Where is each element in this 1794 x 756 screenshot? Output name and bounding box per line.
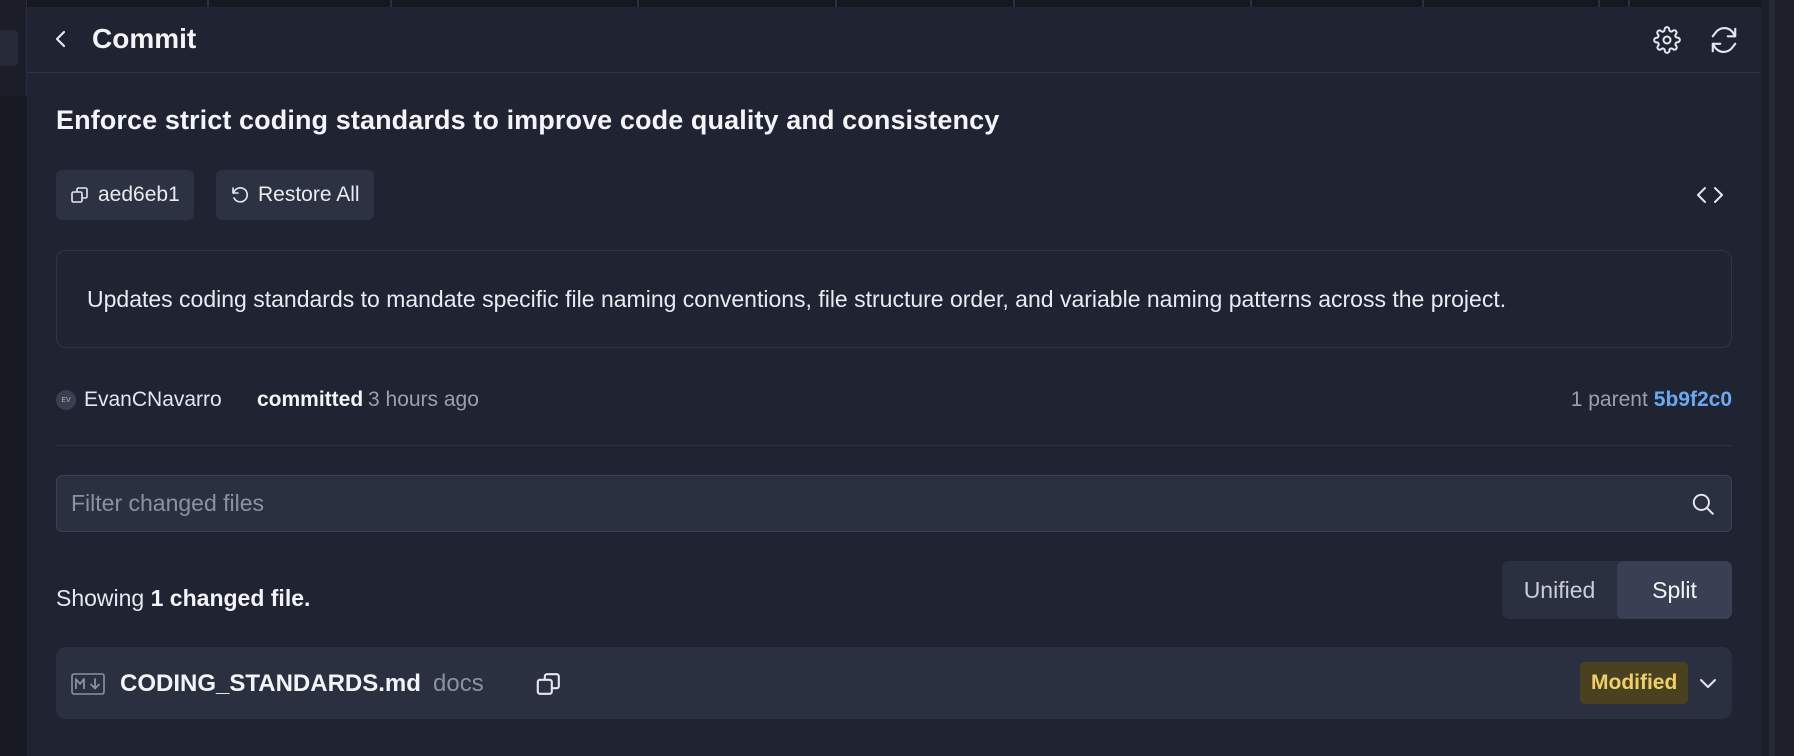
refresh-button[interactable] [1709,25,1739,55]
copy-path-button[interactable] [534,669,564,699]
commit-hash: aed6eb1 [98,183,180,206]
unified-view-button[interactable]: Unified [1502,561,1617,619]
search-icon [1692,493,1714,515]
filter-changed-files-input[interactable] [71,476,1651,531]
diff-view-toggle: Unified Split [1502,561,1732,619]
gear-icon [1653,26,1681,54]
changed-files-summary: Showing 1 changed file. [56,585,310,612]
tab-divider [637,0,639,7]
view-code-button[interactable] [1692,180,1728,210]
parent-count: 1 parent [1570,388,1648,411]
tab-divider [1013,0,1015,7]
avatar: EV [56,390,76,410]
settings-button[interactable] [1652,25,1682,55]
commit-panel: Commit Enforce strict coding standards t… [27,7,1761,756]
summary-prefix: Showing [56,585,145,611]
refresh-icon [1711,27,1737,53]
parent-hash-link[interactable]: 5b9f2c0 [1654,388,1732,412]
file-directory: docs [433,670,484,697]
tab-divider [835,0,837,7]
author-row: EV EvanCNavarro committed 3 hours ago 1 … [56,384,1732,418]
split-view-button[interactable]: Split [1617,561,1732,619]
markdown-icon [71,673,105,695]
author-name[interactable]: EvanCNavarro [84,388,222,412]
restore-icon [232,187,249,203]
panel-header: Commit [27,7,1761,73]
committed-label: committed [257,388,364,411]
tab-divider [1628,0,1630,7]
code-brackets-icon [1697,187,1723,203]
parent-info: 1 parent 5b9f2c0 [1571,388,1732,412]
restore-all-label: Restore All [258,183,360,206]
top-tab-strip [27,0,1761,7]
commit-description-box: Updates coding standards to mandate spec… [56,250,1732,348]
search-button[interactable] [1689,490,1717,518]
chevron-down-icon [1700,679,1716,688]
file-name: CODING_STANDARDS.md [120,670,421,697]
sidebar-handle[interactable] [0,30,18,66]
filter-field [56,475,1732,532]
status-badge: Modified [1580,662,1689,704]
commit-title: Enforce strict coding standards to impro… [56,105,1000,135]
left-sidebar-edge [0,0,27,756]
restore-all-button[interactable]: Restore All [216,170,374,220]
tab-divider [390,0,392,7]
right-edge [1761,0,1794,756]
tab-divider [1422,0,1424,7]
scrollbar-track[interactable] [1769,0,1775,756]
page-title: Commit [92,23,197,54]
tab-divider [1250,0,1252,7]
copy-hash-button[interactable]: aed6eb1 [56,170,194,220]
changed-file-row[interactable]: CODING_STANDARDS.md docs Modified [56,647,1732,719]
summary-count: 1 changed file. [150,585,311,611]
tab-divider [207,0,209,7]
sidebar-shade [0,96,27,756]
commit-description: Updates coding standards to mandate spec… [87,286,1507,312]
expand-file-button[interactable] [1694,669,1722,697]
copy-icon [71,187,88,203]
back-button[interactable] [49,27,73,51]
tab-divider [1598,0,1600,7]
copy-icon [536,673,560,695]
chevron-left-icon [55,30,66,48]
commit-time: 3 hours ago [368,388,479,411]
divider [56,445,1732,446]
